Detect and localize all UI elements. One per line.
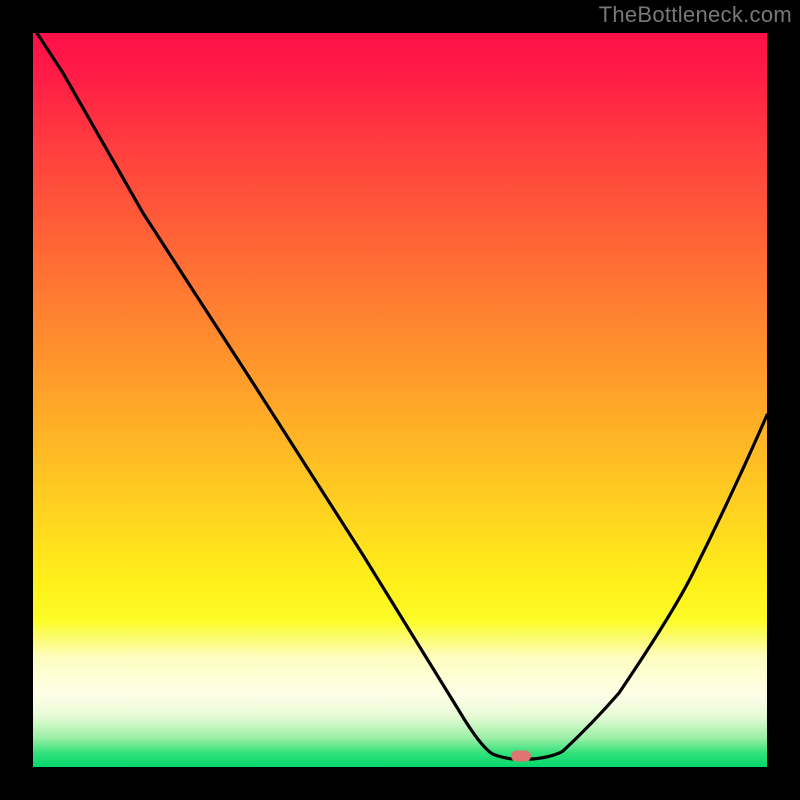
optimal-marker bbox=[511, 750, 531, 761]
curve-svg bbox=[33, 33, 767, 767]
plot-area bbox=[33, 33, 767, 767]
bottleneck-curve bbox=[33, 33, 767, 759]
chart-container: TheBottleneck.com bbox=[0, 0, 800, 800]
watermark-text: TheBottleneck.com bbox=[599, 2, 792, 28]
